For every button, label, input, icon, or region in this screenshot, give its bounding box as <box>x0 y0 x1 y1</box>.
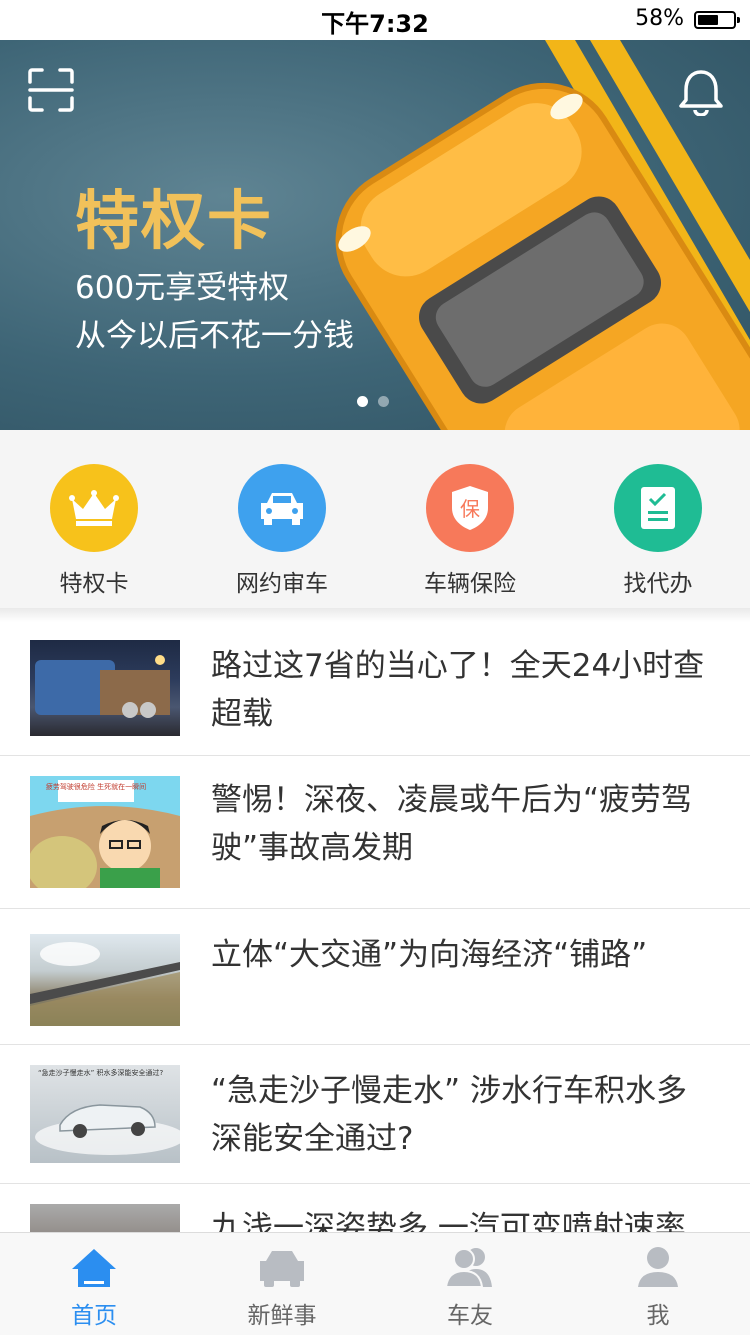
crown-icon <box>50 464 138 552</box>
shield-icon: 保 <box>426 464 514 552</box>
quick-label: 车辆保险 <box>424 571 516 597</box>
svg-text:“急走沙子慢走水” 积水多深能安全通过?: “急走沙子慢走水” 积水多深能安全通过? <box>38 1068 163 1077</box>
tab-news[interactable]: 新鲜事 <box>188 1233 376 1335</box>
tab-label: 首页 <box>71 1303 117 1329</box>
svg-text:保: 保 <box>460 497 480 521</box>
news-list: 路过这7省的当心了！全天24小时查超载 疲劳驾驶很危险 生死就在一瞬间 警惕！深… <box>0 622 750 1232</box>
tab-me[interactable]: 我 <box>564 1233 750 1335</box>
bell-icon <box>679 70 723 117</box>
scan-button[interactable] <box>28 68 74 112</box>
news-title: “急走沙子慢走水” 涉水行车积水多深能安全通过? <box>211 1073 687 1157</box>
news-thumbnail <box>30 640 180 736</box>
tab-label: 新鲜事 <box>247 1303 317 1329</box>
tab-bar: 首页 新鲜事 车友 我 <box>0 1232 750 1335</box>
pagination-dot[interactable] <box>357 396 368 407</box>
notification-button[interactable] <box>678 68 724 117</box>
news-title: 警惕！深夜、凌晨或午后为“疲劳驾驶”事故高发期 <box>211 782 693 866</box>
quick-label: 网约审车 <box>236 571 328 597</box>
news-thumbnail <box>30 1204 180 1232</box>
banner-subtitle-1: 600元享受特权 <box>75 270 290 306</box>
car-front-icon <box>260 1251 304 1287</box>
banner-title: 特权卡 <box>75 185 273 259</box>
quick-label: 特权卡 <box>59 571 129 597</box>
car-icon <box>238 464 326 552</box>
quick-actions: 特权卡 网约审车 保 车辆保险 找代办 <box>0 430 750 609</box>
promo-banner[interactable]: 特权卡 600元享受特权 从今以后不花一分钱 <box>0 40 750 430</box>
quick-insurance[interactable]: 保 车辆保险 <box>410 464 530 598</box>
news-item[interactable]: 路过这7省的当心了！全天24小时查超载 <box>0 622 750 756</box>
news-title: 九浅一深姿势多 一汽可变喷射速率 <box>211 1210 686 1232</box>
news-item[interactable]: 立体“大交通”为向海经济“铺路” <box>0 909 750 1045</box>
document-icon <box>614 464 702 552</box>
friends-icon <box>444 1248 492 1288</box>
news-thumbnail: “急走沙子慢走水” 积水多深能安全通过? <box>30 1065 180 1163</box>
news-item[interactable]: 疲劳驾驶很危险 生死就在一瞬间 警惕！深夜、凌晨或午后为“疲劳驾驶”事故高发期 <box>0 756 750 909</box>
news-thumbnail <box>30 934 180 1026</box>
home-icon <box>72 1249 116 1287</box>
quick-label: 找代办 <box>623 571 693 597</box>
news-title: 路过这7省的当心了！全天24小时查超载 <box>211 648 705 732</box>
tab-friends[interactable]: 车友 <box>376 1233 564 1335</box>
battery-fill <box>698 15 718 25</box>
svg-text:疲劳驾驶很危险 生死就在一瞬间: 疲劳驾驶很危险 生死就在一瞬间 <box>46 782 146 791</box>
tab-label: 我 <box>646 1303 670 1329</box>
banner-subtitle-2: 从今以后不花一分钱 <box>75 318 354 354</box>
tab-home[interactable]: 首页 <box>0 1233 188 1335</box>
pagination-dot[interactable] <box>378 396 389 407</box>
quick-privilege-card[interactable]: 特权卡 <box>34 464 154 598</box>
status-bar: 下午7:32 58% <box>0 0 750 40</box>
news-item[interactable]: “急走沙子慢走水” 积水多深能安全通过? “急走沙子慢走水” 涉水行车积水多深能… <box>0 1045 750 1184</box>
user-icon <box>638 1247 678 1287</box>
scan-icon <box>28 68 74 112</box>
quick-agency[interactable]: 找代办 <box>598 464 718 598</box>
battery-percent: 58% <box>635 6 684 31</box>
quick-online-inspection[interactable]: 网约审车 <box>222 464 342 598</box>
news-title: 立体“大交通”为向海经济“铺路” <box>211 937 648 973</box>
banner-pagination <box>357 392 399 411</box>
news-item[interactable]: 九浅一深姿势多 一汽可变喷射速率 <box>0 1184 750 1232</box>
news-thumbnail: 疲劳驾驶很危险 生死就在一瞬间 <box>30 776 180 888</box>
battery-icon <box>694 11 740 29</box>
tab-label: 车友 <box>447 1303 493 1329</box>
